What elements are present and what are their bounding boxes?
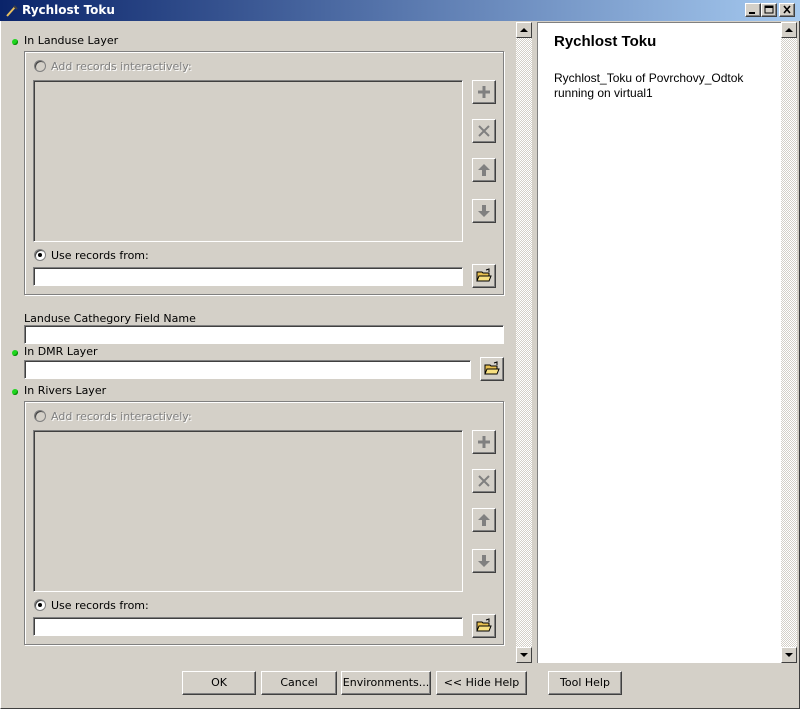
landuse-use-records-label: Use records from: <box>51 249 149 262</box>
minimize-button[interactable] <box>745 3 761 17</box>
rivers-use-records-radio[interactable] <box>34 599 46 611</box>
scroll-up-button[interactable] <box>516 22 532 38</box>
landuse-add-interactive-label: Add records interactively: <box>51 60 192 73</box>
cancel-button[interactable]: Cancel <box>261 671 337 695</box>
required-indicator <box>12 350 18 356</box>
required-indicator <box>12 389 18 395</box>
environments-button[interactable]: Environments... <box>341 671 431 695</box>
landuse-delete-row-button[interactable] <box>472 119 496 143</box>
ok-button[interactable]: OK <box>182 671 256 695</box>
landuse-move-down-button[interactable] <box>472 199 496 223</box>
landuse-field-label: Landuse Cathegory Field Name <box>24 312 196 325</box>
rivers-add-interactive-radio[interactable] <box>34 410 46 422</box>
help-scroll-down-button[interactable] <box>781 647 797 663</box>
landuse-layer-label: In Landuse Layer <box>24 34 119 47</box>
rivers-delete-row-button[interactable] <box>472 469 496 493</box>
landuse-records-list[interactable] <box>33 80 463 242</box>
landuse-add-interactive-radio[interactable] <box>34 60 46 72</box>
help-scroll-up-button[interactable] <box>781 22 797 38</box>
tool-icon <box>4 3 20 19</box>
required-indicator <box>12 39 18 45</box>
landuse-move-up-button[interactable] <box>472 158 496 182</box>
rivers-use-records-input[interactable] <box>33 617 463 636</box>
rivers-add-row-button[interactable] <box>472 430 496 454</box>
dmr-layer-input[interactable] <box>24 360 471 379</box>
landuse-use-records-radio[interactable] <box>34 249 46 261</box>
rivers-browse-button[interactable] <box>472 614 496 638</box>
dmr-layer-label: In DMR Layer <box>24 345 98 358</box>
rivers-records-list[interactable] <box>33 430 463 592</box>
landuse-add-row-button[interactable] <box>472 80 496 104</box>
rivers-move-down-button[interactable] <box>472 549 496 573</box>
landuse-use-records-input[interactable] <box>33 267 463 286</box>
rivers-use-records-label: Use records from: <box>51 599 149 612</box>
params-scrollbar[interactable] <box>516 22 532 663</box>
help-scrollbar[interactable] <box>781 22 797 663</box>
rivers-add-interactive-label: Add records interactively: <box>51 410 192 423</box>
hide-help-button[interactable]: << Hide Help <box>436 671 527 695</box>
window-title: Rychlost Toku <box>22 3 115 17</box>
maximize-button[interactable] <box>761 3 777 17</box>
help-title: Rychlost Toku <box>554 33 657 50</box>
help-description: Rychlost_Toku of Povrchovy_Odtok running… <box>554 71 744 100</box>
parameters-panel: In Landuse Layer Add records interactive… <box>4 22 516 663</box>
dmr-browse-button[interactable] <box>480 357 504 381</box>
landuse-field-input[interactable] <box>24 325 504 344</box>
rivers-layer-label: In Rivers Layer <box>24 384 107 397</box>
scroll-down-button[interactable] <box>516 647 532 663</box>
help-panel: Rychlost Toku Rychlost_Toku of Povrchovy… <box>537 22 781 663</box>
landuse-browse-button[interactable] <box>472 264 496 288</box>
tool-help-button[interactable]: Tool Help <box>548 671 622 695</box>
close-button[interactable] <box>779 3 795 17</box>
rivers-move-up-button[interactable] <box>472 508 496 532</box>
title-bar[interactable]: Rychlost Toku <box>0 0 800 21</box>
